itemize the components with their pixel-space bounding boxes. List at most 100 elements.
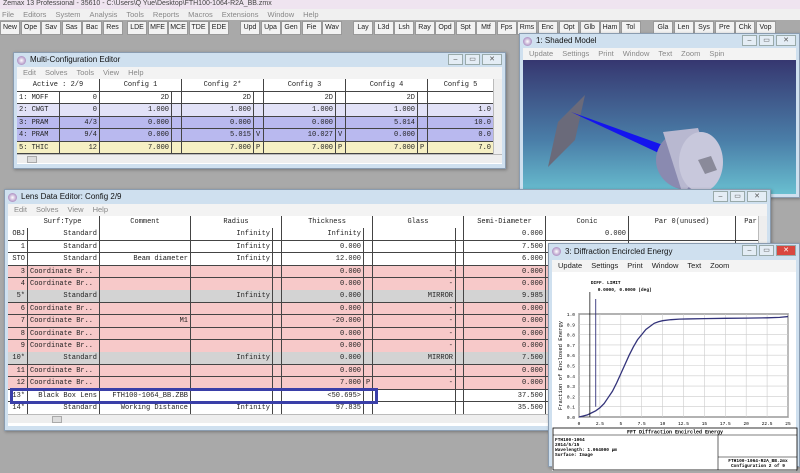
mce-solve-marker[interactable] xyxy=(418,104,428,116)
comment-cell[interactable] xyxy=(100,228,191,240)
thickness-solve[interactable] xyxy=(364,253,373,265)
mce-column-header[interactable]: Config 3 xyxy=(264,79,346,91)
glass-cell[interactable] xyxy=(373,240,456,253)
mce-config-value[interactable]: 2D xyxy=(100,91,172,103)
toolbar-button-res[interactable]: Res xyxy=(102,21,123,35)
lde-title-bar[interactable]: Lens Data Editor: Config 2/9 – ▭ ✕ xyxy=(5,190,770,204)
thickness-solve[interactable] xyxy=(364,327,373,340)
surface-type[interactable]: Standard xyxy=(28,240,100,253)
radius-solve[interactable] xyxy=(273,402,282,414)
radius-cell[interactable]: Infinity xyxy=(191,240,273,253)
thickness-cell[interactable]: 12.000 xyxy=(282,253,364,265)
mce-solve-marker[interactable]: V xyxy=(254,129,264,141)
surface-number[interactable]: STO xyxy=(8,253,28,265)
mce-operand[interactable]: 2: CWGT xyxy=(17,104,60,116)
radius-solve[interactable] xyxy=(273,340,282,352)
toolbar-button-mce[interactable]: MCE xyxy=(168,21,188,35)
thickness-solve[interactable] xyxy=(364,290,373,302)
diff-menu-print[interactable]: Print xyxy=(627,260,642,272)
minimize-button[interactable]: – xyxy=(713,191,728,202)
par0-cell[interactable] xyxy=(629,228,736,240)
radius-cell[interactable] xyxy=(191,278,273,290)
menu-extensions[interactable]: Extensions xyxy=(222,9,259,20)
lde-menu-edit[interactable]: Edit xyxy=(14,204,27,216)
thickness-solve[interactable] xyxy=(364,228,373,240)
glass-solve[interactable] xyxy=(456,364,464,377)
glass-cell[interactable]: - xyxy=(373,377,456,389)
shaded-menu-print[interactable]: Print xyxy=(598,48,613,60)
radius-solve[interactable] xyxy=(273,278,282,290)
diff-menu-zoom[interactable]: Zoom xyxy=(710,260,729,272)
mce-row[interactable]: 2: CWGT 0 1.000 1.000 1.000 1.000 1.0 xyxy=(17,104,502,117)
surface-number[interactable]: 9 xyxy=(8,340,28,352)
mce-config-value[interactable]: 1.000 xyxy=(264,104,336,116)
close-button[interactable]: ✕ xyxy=(776,245,796,256)
mce-column-header[interactable]: Config 2* xyxy=(182,79,264,91)
mce-menu-edit[interactable]: Edit xyxy=(23,67,36,79)
thickness-solve[interactable] xyxy=(364,402,373,414)
toolbar-button-opd[interactable]: Opd xyxy=(435,21,455,35)
toolbar-button-lde[interactable]: LDE xyxy=(127,21,147,35)
thickness-cell[interactable]: 0.000 xyxy=(282,327,364,340)
surface-number[interactable]: OBJ xyxy=(8,228,28,240)
menu-file[interactable]: File xyxy=(2,9,14,20)
mce-solve-marker[interactable] xyxy=(336,116,346,128)
semi-diameter-cell[interactable]: 0.000 xyxy=(464,340,546,352)
comment-cell[interactable] xyxy=(100,302,191,315)
semi-diameter-cell[interactable]: 7.500 xyxy=(464,240,546,253)
mce-config-value[interactable]: 5.014 xyxy=(346,116,418,128)
radius-cell[interactable] xyxy=(191,364,273,377)
mce-config-value[interactable] xyxy=(428,91,494,103)
thickness-cell[interactable]: 0.000 xyxy=(282,278,364,290)
radius-cell[interactable] xyxy=(191,327,273,340)
lde-row[interactable]: OBJ Standard Infinity Infinity 0.000 0.000 xyxy=(8,228,767,241)
maximize-button[interactable]: ▭ xyxy=(465,54,480,65)
semi-diameter-cell[interactable]: 0.000 xyxy=(464,364,546,377)
diff-menu-text[interactable]: Text xyxy=(687,260,701,272)
surface-type[interactable]: Standard xyxy=(28,352,100,364)
toolbar-button-upd[interactable]: Upd xyxy=(240,21,260,35)
maximize-button[interactable]: ▭ xyxy=(759,245,774,256)
thickness-cell[interactable]: 0.000 xyxy=(282,340,364,352)
toolbar-button-spt[interactable]: Spt xyxy=(455,21,476,35)
close-button[interactable]: ✕ xyxy=(482,54,502,65)
menu-help[interactable]: Help xyxy=(303,9,318,20)
surface-type[interactable]: Standard xyxy=(28,228,100,240)
mce-config-value[interactable]: 0.0 xyxy=(428,129,494,141)
toolbar-button-tde[interactable]: TDE xyxy=(188,21,209,35)
glass-cell[interactable]: - xyxy=(373,278,456,290)
surface-type[interactable]: Coordinate Br.. xyxy=(28,265,100,278)
comment-cell[interactable] xyxy=(100,327,191,340)
diff-menu-settings[interactable]: Settings xyxy=(591,260,618,272)
radius-solve[interactable] xyxy=(273,352,282,364)
radius-solve[interactable] xyxy=(273,228,282,240)
mce-row[interactable]: 5: THIC 12 7.000 7.000 P 7.000 P 7.000 P 7.0 xyxy=(17,141,502,154)
toolbar-button-sas[interactable]: Sas xyxy=(61,21,82,35)
glass-solve[interactable] xyxy=(456,327,464,340)
radius-cell[interactable] xyxy=(191,265,273,278)
mce-menu-tools[interactable]: Tools xyxy=(76,67,94,79)
mce-config-value[interactable]: 2D xyxy=(182,91,254,103)
radius-solve[interactable] xyxy=(273,290,282,302)
mce-operand-param[interactable]: 12 xyxy=(60,141,100,153)
lde-column-header[interactable]: Radius xyxy=(191,216,282,228)
radius-solve[interactable] xyxy=(273,265,282,278)
radius-cell[interactable] xyxy=(191,302,273,315)
lde-menu-help[interactable]: Help xyxy=(93,204,108,216)
comment-cell[interactable] xyxy=(100,278,191,290)
mce-config-value[interactable]: 1.000 xyxy=(100,104,172,116)
mce-operand-param[interactable]: 9/4 xyxy=(60,129,100,141)
comment-cell[interactable] xyxy=(100,290,191,302)
comment-cell[interactable] xyxy=(100,364,191,377)
lde-column-header[interactable]: Par 0(unused) xyxy=(629,216,736,228)
glass-solve[interactable] xyxy=(456,278,464,290)
mce-config-value[interactable]: 0.000 xyxy=(346,129,418,141)
menu-reports[interactable]: Reports xyxy=(153,9,179,20)
semi-diameter-cell[interactable]: 35.500 xyxy=(464,402,546,414)
glass-cell[interactable]: MIRROR xyxy=(373,290,456,302)
mce-config-value[interactable]: 7.000 xyxy=(182,141,254,153)
glass-solve[interactable] xyxy=(456,228,464,240)
mce-solve-marker[interactable]: P xyxy=(336,141,346,153)
thickness-cell[interactable]: 0.000 xyxy=(282,302,364,315)
thickness-cell[interactable]: 0.000 xyxy=(282,364,364,377)
